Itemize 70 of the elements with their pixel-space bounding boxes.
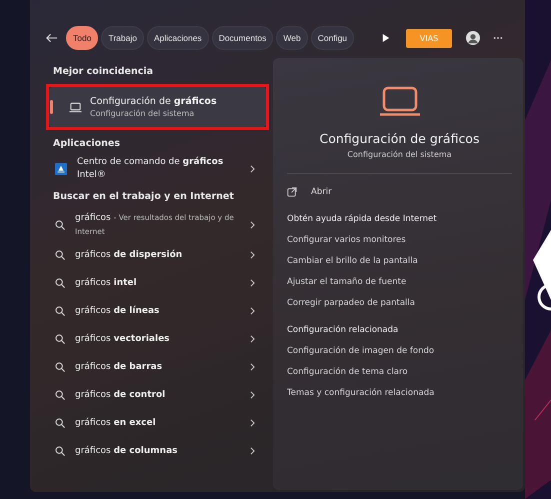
section-heading: Aplicaciones [52,137,121,151]
laptop-icon [380,86,420,116]
search-icon [55,390,65,400]
chevron-icon [250,307,255,315]
avatar-icon[interactable] [466,31,480,45]
chevron-icon [250,335,255,343]
selection-indicator [50,100,53,114]
filter-tab[interactable]: Documentos [212,26,274,50]
best-match-item[interactable]: Configuración de gráficos Configuración del sistema [49,87,266,127]
section-heading: Obtén ayuda rápida desde Internet [287,213,438,226]
suggestion-text: gráficos de control [75,388,166,402]
search-suggestion[interactable]: gráficos de columnas [45,437,269,465]
help-link[interactable]: Corregir parpadeo de pantalla [287,293,512,314]
chevron-icon [250,419,255,427]
preview-subtitle: Configuración del sistema [347,150,452,159]
chevron-icon [250,279,255,287]
open-external-icon [287,187,297,197]
search-suggestion[interactable]: gráficos intel [45,269,269,297]
suggestion-text: gráficos intel [75,276,138,290]
chevron-icon [250,447,255,455]
suggestion-text: gráficos en excel [75,416,157,430]
help-link[interactable]: Cambiar el brillo de la pantalla [287,251,512,272]
chevron-icon [250,251,255,259]
suggestion-text: gráficos de dispersión [75,248,184,262]
help-link[interactable]: Configurar varios monitores [287,230,512,251]
search-icon [55,278,65,288]
section-heading: Configuración relacionada [287,324,400,337]
laptop-icon [69,102,82,112]
app-result[interactable]: Centro de comando de gráficos Intel® [45,152,269,186]
search-suggestion[interactable]: gráficos en excel [45,409,269,437]
help-link[interactable]: Ajustar el tamaño de fuente [287,272,512,293]
search-icon [55,306,65,316]
filter-tab[interactable]: Aplicaciones [146,26,209,50]
suggestion-text: gráficos de barras [75,360,164,374]
search-icon [55,362,65,372]
section-heading: Mejor coincidencia [52,65,154,79]
filter-tab[interactable]: Trabajo [101,26,144,50]
suggestion-text: gráficos de columnas [75,444,179,458]
help-link[interactable]: Configuración de tema claro [287,362,512,383]
search-suggestion[interactable]: gráficos de dispersión [45,241,269,269]
open-link[interactable]: Abrir [311,187,332,197]
play-icon[interactable] [382,33,390,43]
search-suggestion[interactable]: gráficos de control [45,381,269,409]
suggestion-text: gráficos vectoriales [75,332,171,346]
result-subtitle: Configuración del sistema [90,109,196,118]
back-icon[interactable] [45,32,58,44]
search-suggestion[interactable]: gráficos vectoriales [45,325,269,353]
search-suggestion[interactable]: gráficos de barras [45,353,269,381]
search-icon [55,334,65,344]
suggestion-text: gráficos de líneas [75,304,160,318]
filter-tab[interactable]: Todo [66,26,98,50]
result-title: Centro de comando de gráficos Intel® [77,156,224,182]
chevron-icon [250,363,255,371]
chevron-icon [250,165,255,173]
preview-title: Configuración de gráficos [320,131,480,146]
search-suggestion[interactable]: gráficos de líneas [45,297,269,325]
search-icon [55,250,65,260]
help-link[interactable]: Configuración de imagen de fondo [287,341,512,362]
search-icon [55,446,65,456]
section-heading: Buscar en el trabajo y en Internet [52,190,235,204]
chevron-icon [250,221,255,229]
chevron-icon [250,391,255,399]
search-icon [55,220,65,230]
help-link[interactable]: Temas y configuración relacionada [287,383,512,404]
result-title: Configuración de gráficos [90,96,217,107]
search-icon [55,418,65,428]
more-icon[interactable] [493,36,503,40]
app-icon [55,163,67,175]
filter-tab[interactable]: Configu [310,26,354,50]
filter-tab[interactable]: Web [276,26,308,50]
